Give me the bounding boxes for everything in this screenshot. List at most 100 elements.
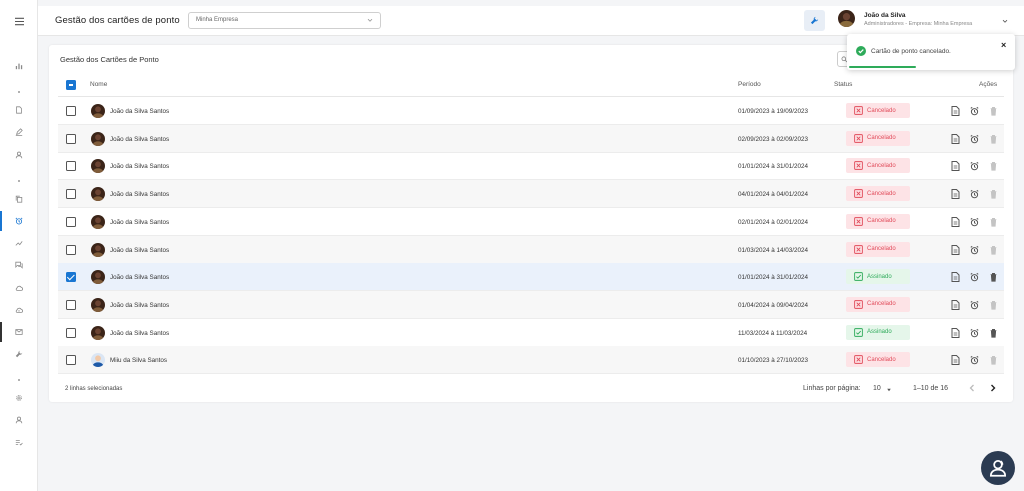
table-row[interactable]: João da Silva Santos 01/01/2024 à 31/01/2… bbox=[58, 152, 1004, 181]
employee-name: João da Silva Santos bbox=[110, 274, 170, 282]
table-row[interactable]: João da Silva Santos 01/01/2024 à 31/01/2… bbox=[58, 263, 1004, 292]
row-checkbox[interactable] bbox=[66, 244, 76, 255]
rows-per-page-select[interactable]: 10 bbox=[873, 385, 881, 392]
row-checkbox[interactable] bbox=[66, 355, 76, 366]
table-row[interactable]: João da Silva Santos 04/01/2024 à 04/01/2… bbox=[58, 180, 1004, 209]
avatar bbox=[91, 187, 105, 202]
document-icon[interactable] bbox=[951, 355, 960, 366]
user-icon[interactable] bbox=[0, 148, 38, 162]
status-label: Assinado bbox=[867, 273, 892, 280]
alarm-icon[interactable] bbox=[970, 217, 979, 227]
dashboard-icon[interactable] bbox=[0, 59, 38, 73]
table-row[interactable]: João da Silva Santos 02/09/2023 à 02/09/2… bbox=[58, 124, 1004, 153]
menu-icon[interactable] bbox=[0, 12, 38, 30]
alarm-icon[interactable] bbox=[970, 189, 979, 199]
column-header-period[interactable]: Período bbox=[738, 81, 761, 88]
document-icon[interactable] bbox=[951, 106, 960, 116]
trash-icon[interactable] bbox=[989, 245, 998, 255]
wrench-icon[interactable] bbox=[0, 347, 38, 361]
select-all-checkbox[interactable] bbox=[66, 80, 76, 90]
alarm-icon[interactable] bbox=[970, 161, 979, 171]
user-name[interactable]: João da Silva bbox=[864, 12, 906, 19]
employee-name: João da Silva Santos bbox=[110, 301, 170, 309]
alarm-icon[interactable] bbox=[970, 355, 979, 365]
list-check-icon[interactable] bbox=[0, 435, 38, 449]
trash-icon[interactable] bbox=[989, 217, 998, 227]
settings-icon[interactable] bbox=[0, 391, 38, 405]
row-checkbox[interactable] bbox=[66, 327, 76, 338]
document-icon[interactable] bbox=[951, 189, 960, 200]
period-text: 01/01/2024 à 31/01/2024 bbox=[738, 274, 809, 282]
status-badge: Cancelado bbox=[846, 241, 910, 257]
next-page-icon[interactable] bbox=[988, 383, 998, 393]
alarm-icon[interactable] bbox=[970, 272, 979, 282]
trash-icon[interactable] bbox=[989, 106, 998, 116]
document-icon[interactable] bbox=[951, 299, 960, 310]
status-label: Cancelado bbox=[867, 246, 896, 252]
trash-icon[interactable] bbox=[989, 328, 998, 338]
alarm-icon[interactable] bbox=[970, 134, 979, 144]
trash-icon[interactable] bbox=[989, 272, 998, 282]
row-checkbox[interactable] bbox=[66, 216, 76, 227]
tools-button[interactable] bbox=[804, 10, 825, 31]
employee-name: João da Silva Santos bbox=[110, 108, 170, 115]
help-button[interactable] bbox=[981, 451, 1015, 485]
caret-down-icon[interactable] bbox=[886, 387, 892, 393]
period-text: 01/01/2024 à 31/01/2024 bbox=[738, 163, 809, 171]
document-icon[interactable] bbox=[0, 103, 38, 117]
mail-icon[interactable] bbox=[0, 322, 38, 342]
document-icon[interactable] bbox=[951, 161, 960, 172]
row-checkbox[interactable] bbox=[66, 189, 76, 200]
edit-icon[interactable] bbox=[0, 125, 38, 139]
document-icon[interactable] bbox=[951, 244, 960, 255]
alarm-clock-icon[interactable] bbox=[0, 211, 38, 231]
document-icon[interactable] bbox=[951, 327, 960, 338]
document-icon[interactable] bbox=[951, 272, 960, 283]
avatar bbox=[91, 297, 105, 312]
alarm-icon[interactable] bbox=[970, 106, 979, 116]
status-badge: Cancelado bbox=[846, 103, 910, 118]
company-select[interactable]: Minha Empresa bbox=[188, 12, 381, 29]
cloud-icon[interactable] bbox=[0, 281, 38, 295]
copy-icon[interactable] bbox=[0, 192, 38, 206]
table-row[interactable]: Miiu da Silva Santos 01/10/2023 à 27/10/2… bbox=[58, 346, 1004, 375]
close-icon[interactable]: × bbox=[1001, 40, 1006, 50]
cancel-box-icon bbox=[854, 216, 863, 226]
previous-page-icon[interactable] bbox=[967, 383, 977, 393]
trash-icon[interactable] bbox=[989, 134, 998, 144]
table-row[interactable]: João da Silva Santos 01/09/2023 à 19/09/2… bbox=[58, 97, 1004, 125]
trash-icon[interactable] bbox=[989, 189, 998, 199]
row-checkbox[interactable] bbox=[66, 272, 76, 283]
alarm-icon[interactable] bbox=[970, 300, 979, 310]
trash-icon[interactable] bbox=[989, 300, 998, 310]
chat-icon[interactable] bbox=[0, 258, 38, 272]
cloud-upload-icon[interactable] bbox=[0, 303, 38, 317]
user-avatar[interactable] bbox=[838, 10, 855, 27]
row-checkbox[interactable] bbox=[66, 106, 76, 116]
document-icon[interactable] bbox=[951, 133, 960, 144]
cancel-box-icon bbox=[854, 300, 863, 309]
column-header-name[interactable]: Nome bbox=[90, 81, 107, 88]
row-checkbox[interactable] bbox=[66, 161, 76, 172]
row-checkbox[interactable] bbox=[66, 133, 76, 144]
employee-name: João da Silva Santos bbox=[110, 191, 170, 199]
trash-icon[interactable] bbox=[989, 161, 998, 171]
trending-icon[interactable] bbox=[0, 236, 38, 250]
alarm-icon[interactable] bbox=[970, 328, 979, 338]
section-dot bbox=[18, 91, 20, 93]
status-badge: Cancelado bbox=[846, 158, 910, 174]
chevron-down-icon[interactable] bbox=[1001, 17, 1009, 25]
employee-name: João da Silva Santos bbox=[110, 135, 170, 143]
table-row[interactable]: João da Silva Santos 01/04/2024 à 09/04/2… bbox=[58, 290, 1004, 319]
trash-icon[interactable] bbox=[989, 355, 998, 365]
column-header-status[interactable]: Status bbox=[834, 81, 852, 88]
document-icon[interactable] bbox=[951, 216, 960, 227]
table-row[interactable]: João da Silva Santos 02/01/2024 à 02/01/2… bbox=[58, 208, 1004, 236]
account-icon[interactable] bbox=[0, 413, 38, 427]
period-text: 02/09/2023 à 02/09/2023 bbox=[738, 135, 809, 143]
table-row[interactable]: João da Silva Santos 01/03/2024 à 14/03/2… bbox=[58, 235, 1004, 264]
table-row[interactable]: João da Silva Santos 11/03/2024 à 11/03/2… bbox=[58, 319, 1004, 347]
row-checkbox[interactable] bbox=[66, 299, 76, 310]
chevron-down-icon bbox=[367, 18, 373, 22]
alarm-icon[interactable] bbox=[970, 245, 979, 255]
